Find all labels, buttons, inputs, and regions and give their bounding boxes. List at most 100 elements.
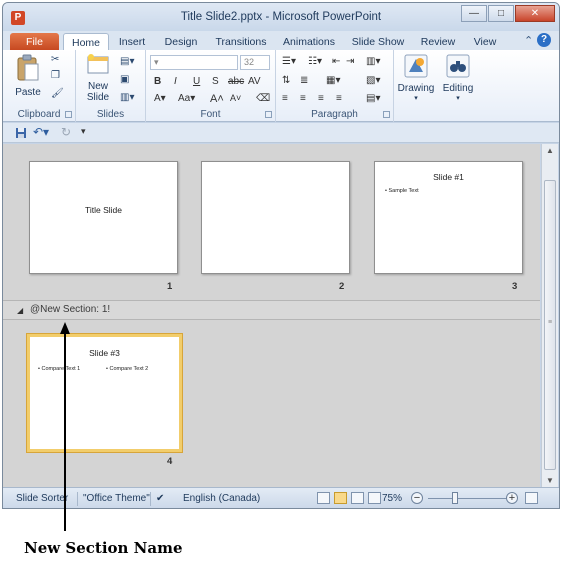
scrollbar-thumb[interactable]: ≡ <box>544 180 556 470</box>
zoom-out-icon[interactable]: − <box>411 492 423 504</box>
copy-icon[interactable]: ❐ <box>51 70 60 81</box>
font-launcher-icon[interactable] <box>265 111 272 118</box>
bold-button[interactable]: B <box>154 76 161 87</box>
slides-group-label: Slides <box>96 109 125 120</box>
align-right-icon[interactable]: ≡ <box>318 93 324 104</box>
view-name: Slide Sorter <box>16 493 69 504</box>
line-spacing-icon[interactable]: ≣ <box>300 75 308 86</box>
drawing-button[interactable]: Drawing ▾ <box>396 54 436 102</box>
increase-indent-icon[interactable]: ⇥ <box>346 56 354 67</box>
font-name-dropdown[interactable]: ▾ <box>150 55 238 70</box>
fit-to-window-icon[interactable] <box>525 492 538 504</box>
reading-view-icon[interactable] <box>351 492 364 504</box>
text-direction-icon[interactable]: ⇅ <box>282 75 290 86</box>
section-icon[interactable]: ▥▾ <box>120 92 134 103</box>
zoom-level[interactable]: 75% <box>382 493 402 504</box>
collapse-section-icon[interactable]: ◢ <box>17 306 23 315</box>
text-align-icon[interactable]: ▤▾ <box>366 93 380 104</box>
format-painter-icon[interactable]: 🖌 <box>51 88 64 99</box>
tab-insert[interactable]: Insert <box>111 33 153 51</box>
paste-button[interactable]: Paste <box>9 54 47 98</box>
smartart-icon[interactable]: ▧▾ <box>366 75 380 86</box>
zoom-in-icon[interactable]: + <box>506 492 518 504</box>
slide-3-bullet-1: • Sample Text <box>385 188 419 194</box>
redo-icon[interactable]: ↻ <box>61 125 71 139</box>
new-slide-label-2: Slide <box>86 92 110 103</box>
slide-show-view-icon[interactable] <box>368 492 381 504</box>
minimize-button[interactable]: — <box>461 5 487 22</box>
scroll-down-icon[interactable]: ▼ <box>542 476 558 485</box>
align-text-icon[interactable]: ▦▾ <box>326 75 340 86</box>
slide-number-1: 1 <box>167 281 173 292</box>
ribbon-tabs: File Home Insert Design Transitions Anim… <box>3 31 559 51</box>
change-case-button[interactable]: Aa▾ <box>178 93 195 104</box>
zoom-slider-knob[interactable] <box>452 492 458 504</box>
slide-sorter-view-icon[interactable] <box>334 492 347 504</box>
annotation-caption: New Section Name <box>24 539 183 557</box>
vertical-scrollbar[interactable]: ▲ ≡ ▼ <box>541 144 558 487</box>
decrease-indent-icon[interactable]: ⇤ <box>332 56 340 67</box>
tab-review[interactable]: Review <box>416 33 460 51</box>
save-icon[interactable] <box>15 127 27 139</box>
section-header[interactable]: ◢ @New Section: 1! <box>3 300 540 320</box>
section-name[interactable]: @New Section: 1! <box>30 304 110 315</box>
numbering-icon[interactable]: ☷▾ <box>308 56 322 67</box>
spell-check-icon[interactable]: ✔ <box>156 493 164 504</box>
zoom-slider[interactable] <box>428 498 508 499</box>
help-icon[interactable]: ? <box>537 33 551 47</box>
cut-icon[interactable]: ✂ <box>51 54 59 65</box>
tab-view[interactable]: View <box>466 33 504 51</box>
align-left-icon[interactable]: ≡ <box>282 93 288 104</box>
char-spacing-button[interactable]: AV <box>248 76 261 87</box>
new-slide-button[interactable]: New Slide <box>80 54 116 103</box>
font-color-button[interactable]: A▾ <box>154 93 166 104</box>
slide-thumbnail-2[interactable] <box>201 161 350 274</box>
shrink-font-button[interactable]: A˅ <box>230 93 241 103</box>
language[interactable]: English (Canada) <box>183 493 260 504</box>
paragraph-launcher-icon[interactable] <box>383 111 390 118</box>
justify-icon[interactable]: ≡ <box>336 93 342 104</box>
strikethrough-button[interactable]: abc <box>228 76 244 87</box>
powerpoint-window: P Title Slide2.pptx - Microsoft PowerPoi… <box>2 2 560 509</box>
ribbon: Paste ✂ ❐ 🖌 Clipboard New Slide ▤▾ ▣ ▥▾ <box>3 50 559 122</box>
maximize-button[interactable]: □ <box>488 5 514 22</box>
drawing-label: Drawing <box>397 83 435 94</box>
normal-view-icon[interactable] <box>317 492 330 504</box>
shadow-button[interactable]: S <box>212 76 219 87</box>
underline-button[interactable]: U <box>193 76 200 87</box>
tab-design[interactable]: Design <box>158 33 204 51</box>
close-button[interactable]: ✕ <box>515 5 555 22</box>
tab-animations[interactable]: Animations <box>278 33 340 51</box>
bullets-icon[interactable]: ☰▾ <box>282 56 296 67</box>
minimize-ribbon-icon[interactable]: ⌃ <box>524 34 533 47</box>
slide-thumbnail-4[interactable]: Slide #3 • Compare Text 1 • Compare Text… <box>27 334 182 452</box>
tab-transitions[interactable]: Transitions <box>210 33 272 51</box>
slide-4-bullet-2: • Compare Text 2 <box>106 366 149 372</box>
slide-number-3: 3 <box>512 281 518 292</box>
slide-thumbnail-1[interactable]: Title Slide <box>29 161 178 274</box>
reset-icon[interactable]: ▣ <box>120 74 129 85</box>
tab-home[interactable]: Home <box>63 33 109 51</box>
tab-slide-show[interactable]: Slide Show <box>348 33 408 51</box>
grow-font-button[interactable]: A˄ <box>210 93 224 105</box>
scroll-up-icon[interactable]: ▲ <box>542 146 558 155</box>
layout-icon[interactable]: ▤▾ <box>120 56 134 67</box>
slide-4-bullet-1: • Compare Text 1 <box>38 366 81 372</box>
clipboard-launcher-icon[interactable] <box>65 111 72 118</box>
slide-number-2: 2 <box>339 281 345 292</box>
editing-button[interactable]: Editing ▾ <box>438 54 478 102</box>
slides-group: New Slide ▤▾ ▣ ▥▾ Slides <box>76 50 146 122</box>
tab-file[interactable]: File <box>10 33 59 51</box>
italic-button[interactable]: I <box>174 76 177 87</box>
font-size-dropdown[interactable]: 32 <box>240 55 270 70</box>
editing-chevron-down-icon: ▾ <box>456 95 460 102</box>
undo-icon[interactable]: ↶▾ <box>33 125 49 139</box>
columns-icon[interactable]: ▥▾ <box>366 56 380 67</box>
paste-icon <box>17 54 39 81</box>
theme-name[interactable]: "Office Theme" <box>83 493 150 504</box>
title-bar: P Title Slide2.pptx - Microsoft PowerPoi… <box>3 3 559 31</box>
customize-qat-icon[interactable]: ▾ <box>81 126 86 137</box>
clear-formatting-icon[interactable]: ⌫ <box>256 93 270 104</box>
align-center-icon[interactable]: ≡ <box>300 93 306 104</box>
slide-thumbnail-3[interactable]: Slide #1 • Sample Text <box>374 161 523 274</box>
